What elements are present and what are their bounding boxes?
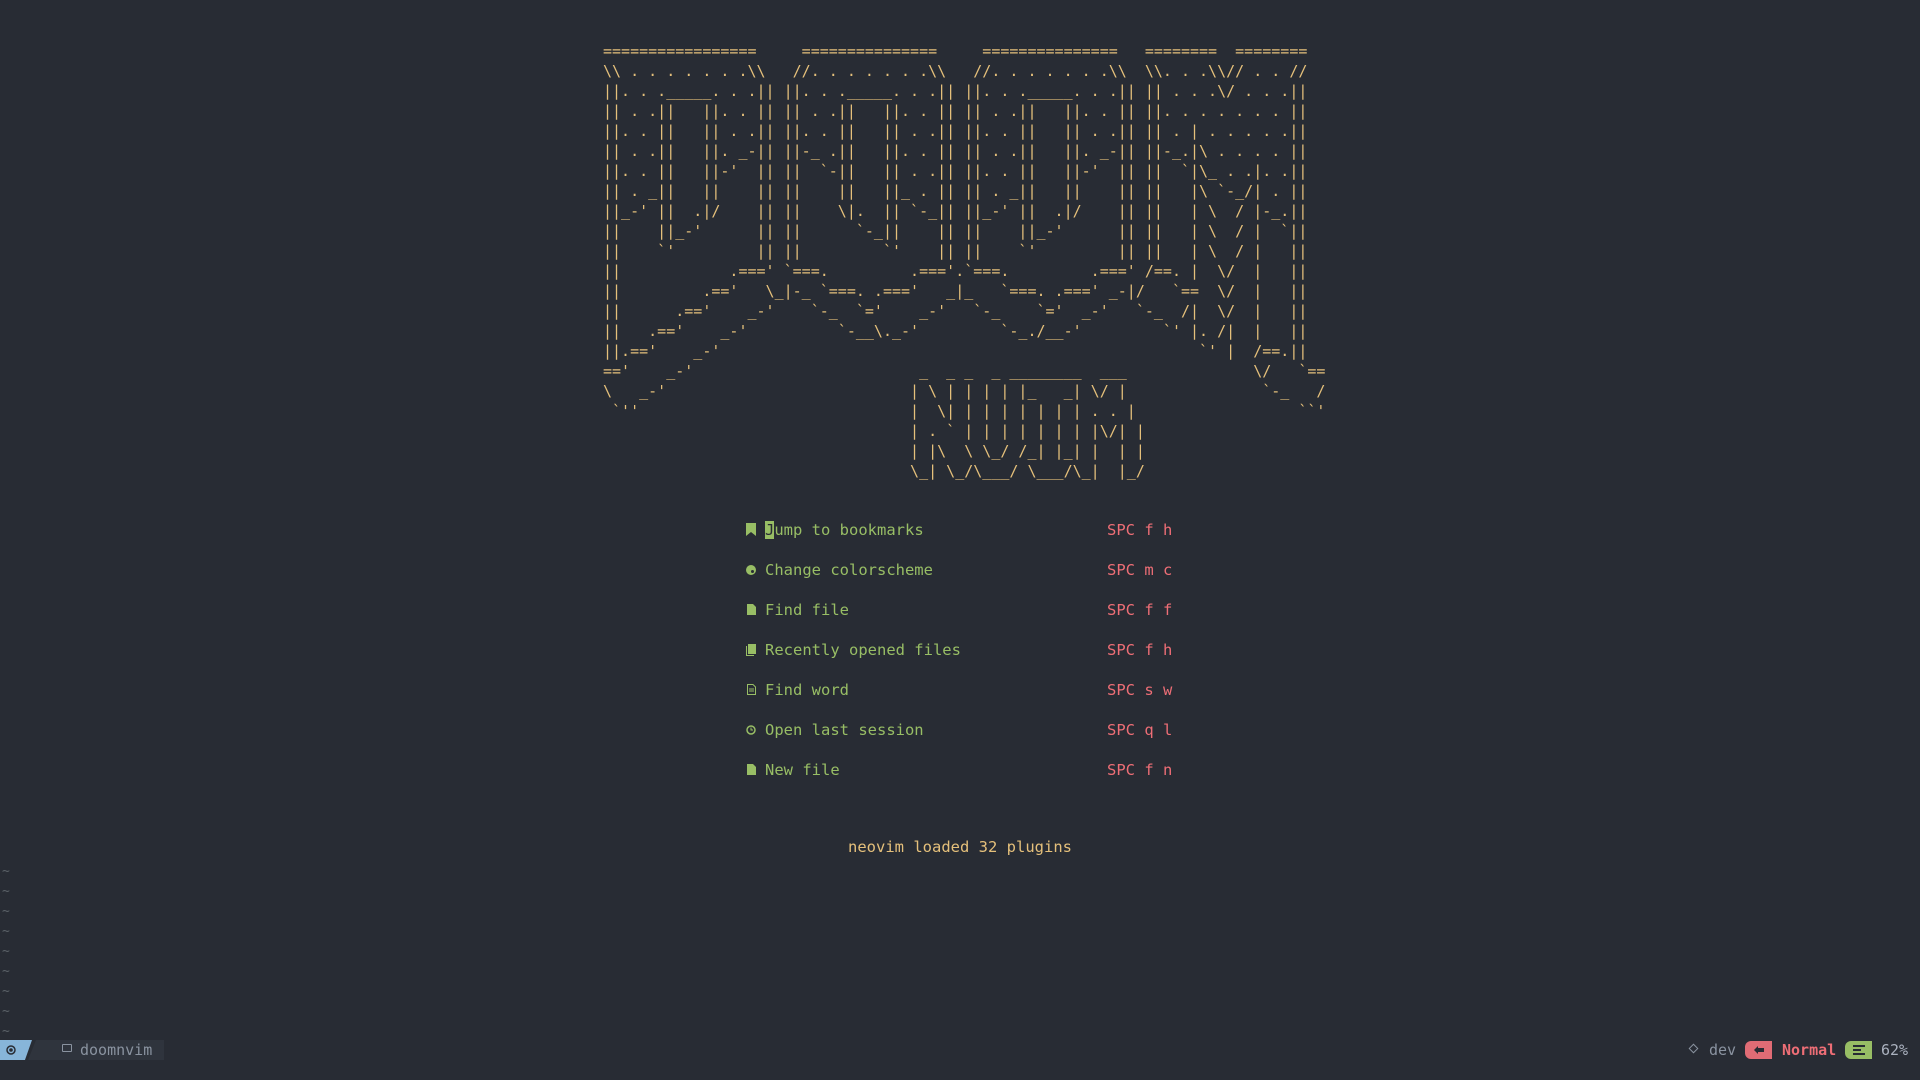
- palette-icon: [746, 563, 756, 576]
- statusline: doomnvim dev Normal 62%: [0, 1038, 1920, 1062]
- folder-icon: [62, 1044, 72, 1052]
- tilde-line: ~: [2, 904, 10, 919]
- empty-buffer-lines: ~ ~ ~ ~ ~ ~ ~ ~ ~: [2, 862, 10, 1042]
- menu-item-recently-opened-files[interactable]: Recently opened files SPC f h: [746, 638, 1176, 662]
- menu-item-new-file[interactable]: New file SPC f n: [746, 758, 1176, 782]
- menu-item-label: Find file: [765, 601, 849, 619]
- tilde-line: ~: [2, 944, 10, 959]
- tilde-line: ~: [2, 984, 10, 999]
- statusline-folder-name: doomnvim: [80, 1041, 153, 1059]
- menu-item-label: Find word: [765, 681, 849, 699]
- tilde-line: ~: [2, 1004, 10, 1019]
- menu-item-keybind: SPC f h: [1107, 521, 1173, 539]
- tilde-line: ~: [2, 864, 10, 879]
- statusline-mode: Normal: [1782, 1041, 1837, 1059]
- menu-item-keybind: SPC m c: [1107, 561, 1173, 579]
- statusline-branch: dev: [1709, 1041, 1737, 1059]
- menu-item-label: Change colorscheme: [765, 561, 933, 579]
- menu-item-change-colorscheme[interactable]: Change colorscheme SPC m c: [746, 558, 1176, 582]
- cursor: J: [765, 521, 775, 539]
- tilde-line: ~: [2, 884, 10, 899]
- menu-item-jump-to-bookmarks[interactable]: Jump to bookmarks SPC f h: [746, 518, 1176, 542]
- menu-item-keybind: SPC s w: [1107, 681, 1173, 699]
- git-branch-icon: [1688, 1043, 1699, 1054]
- vim-mode-icon: [1745, 1041, 1772, 1059]
- file-icon: [746, 603, 756, 616]
- plugins-loaded-message: neovim loaded 32 plugins: [848, 838, 1072, 856]
- menu-item-keybind: SPC f h: [1107, 641, 1173, 659]
- tilde-line: ~: [2, 924, 10, 939]
- menu-item-find-file[interactable]: Find file SPC f f: [746, 598, 1176, 622]
- menu-item-keybind: SPC f n: [1107, 761, 1173, 779]
- menu-item-find-word[interactable]: Find word SPC s w: [746, 678, 1176, 702]
- record-icon: [6, 1045, 16, 1055]
- bookmark-icon: [746, 523, 756, 536]
- mode-indicator: [0, 1040, 32, 1060]
- menu-item-label: Recently opened files: [765, 641, 961, 659]
- position-icon: [1845, 1041, 1872, 1059]
- doom-ascii-banner: ================= =============== ======…: [603, 42, 1326, 480]
- tilde-line: ~: [2, 964, 10, 979]
- statusline-position: 62%: [1881, 1041, 1909, 1059]
- history-icon: [746, 723, 756, 736]
- menu-item-label: New file: [765, 761, 840, 779]
- new-file-icon: [746, 763, 756, 776]
- menu-item-open-last-session[interactable]: Open last session SPC q l: [746, 718, 1176, 742]
- menu-item-keybind: SPC q l: [1107, 721, 1173, 739]
- menu-item-keybind: SPC f f: [1107, 601, 1173, 619]
- menu-item-label: Open last session: [765, 721, 924, 739]
- files-icon: [746, 643, 756, 656]
- file-search-icon: [746, 683, 756, 696]
- menu-item-label: Jump to bookmarks: [765, 521, 924, 539]
